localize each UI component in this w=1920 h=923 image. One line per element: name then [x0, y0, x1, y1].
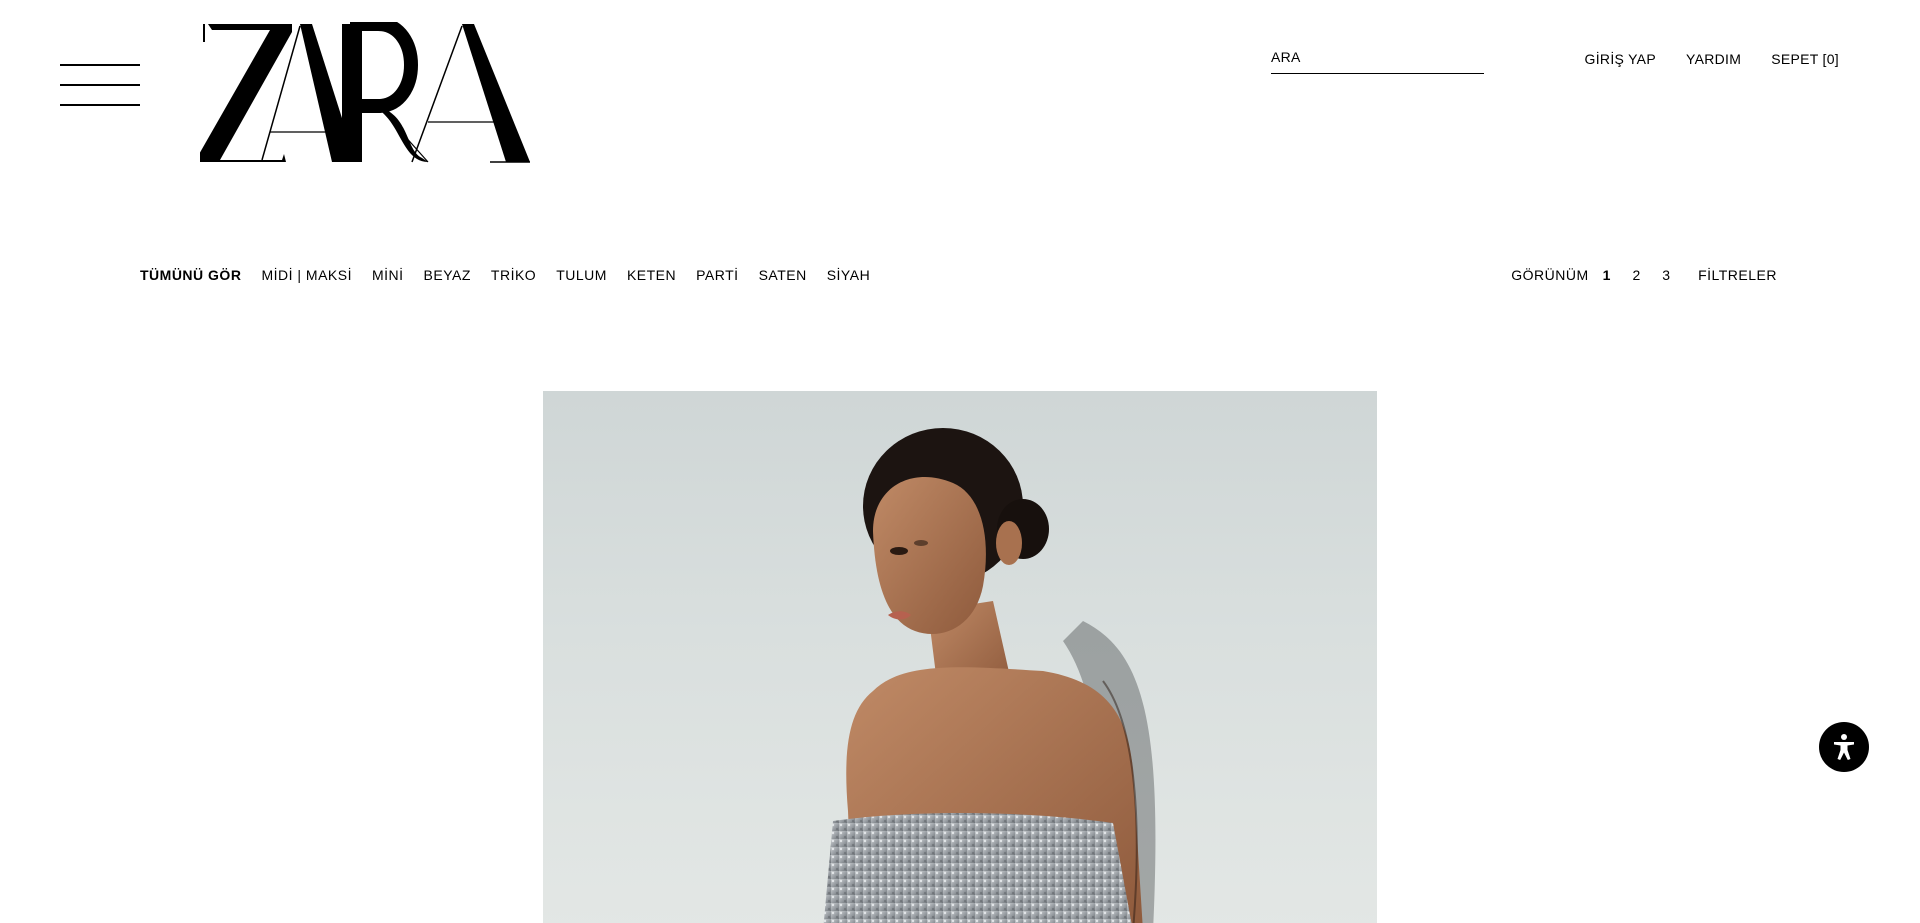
category-bar: TÜMÜNÜ GÖR MİDİ | MAKSİ MİNİ BEYAZ TRİKO…: [140, 267, 870, 283]
view-option-3[interactable]: 3: [1662, 267, 1670, 283]
category-midi-maxi[interactable]: MİDİ | MAKSİ: [261, 267, 352, 283]
category-party[interactable]: PARTİ: [696, 267, 738, 283]
category-jumpsuit[interactable]: TULUM: [556, 267, 607, 283]
help-link[interactable]: YARDIM: [1686, 51, 1741, 67]
zara-logo-mark: [200, 22, 530, 163]
product-photo: [823, 428, 1156, 923]
login-link[interactable]: GİRİŞ YAP: [1585, 51, 1656, 67]
menu-bar: [60, 84, 140, 86]
view-controls: GÖRÜNÜM 1 2 3 FİLTRELER: [1511, 267, 1777, 283]
accessibility-figure-icon: [1834, 734, 1854, 760]
cart-link[interactable]: SEPET [0]: [1771, 51, 1839, 67]
product-image[interactable]: [543, 391, 1377, 923]
filters-button[interactable]: FİLTRELER: [1698, 267, 1777, 283]
category-mini[interactable]: MİNİ: [372, 267, 404, 283]
category-all[interactable]: TÜMÜNÜ GÖR: [140, 267, 241, 283]
category-linen[interactable]: KETEN: [627, 267, 676, 283]
category-satin[interactable]: SATEN: [759, 267, 807, 283]
category-white[interactable]: BEYAZ: [424, 267, 471, 283]
category-black[interactable]: SİYAH: [827, 267, 870, 283]
page: GİRİŞ YAP YARDIM SEPET [0] TÜMÜNÜ GÖR Mİ…: [0, 0, 1920, 923]
menu-bar: [60, 64, 140, 66]
view-option-1[interactable]: 1: [1603, 267, 1611, 283]
zara-logo[interactable]: [200, 22, 530, 164]
search-box[interactable]: [1271, 44, 1484, 74]
view-option-2[interactable]: 2: [1632, 267, 1640, 283]
accessibility-icon[interactable]: [1819, 722, 1869, 772]
view-label: GÖRÜNÜM: [1511, 267, 1589, 283]
hamburger-menu-icon[interactable]: [60, 64, 140, 106]
search-input[interactable]: [1271, 44, 1484, 70]
top-nav: GİRİŞ YAP YARDIM SEPET [0]: [1585, 51, 1839, 67]
menu-bar: [60, 104, 140, 106]
category-knit[interactable]: TRİKO: [491, 267, 536, 283]
